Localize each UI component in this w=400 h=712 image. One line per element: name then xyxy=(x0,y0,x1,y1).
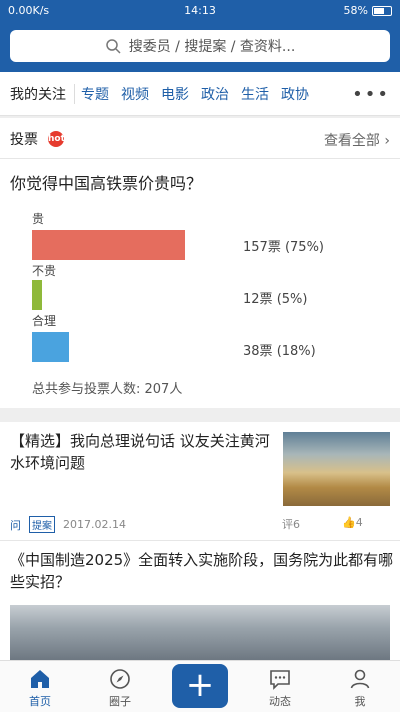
status-bar: 0.00K/s 14:13 58% xyxy=(0,0,400,22)
compass-icon xyxy=(110,669,130,689)
tab-home[interactable]: 首页 xyxy=(0,661,80,712)
search-icon xyxy=(105,39,121,54)
status-time: 14:13 xyxy=(184,4,216,17)
option-label: 合理 xyxy=(32,314,57,328)
battery-percent: 58% xyxy=(343,4,368,17)
option-stat: 157票 (75%) xyxy=(243,240,325,255)
news-thumbnail-image[interactable] xyxy=(283,432,390,506)
option-label: 不贵 xyxy=(32,264,57,278)
tab-home-label: 首页 xyxy=(29,695,51,708)
battery-icon xyxy=(372,5,392,16)
nav-channel-life[interactable]: 生活 xyxy=(235,84,275,104)
news-meta: 问 提案 2017.02.14 xyxy=(10,516,390,533)
option-stat: 12票 (5%) xyxy=(243,292,308,307)
status-right: 58% xyxy=(344,4,392,17)
tab-me-label: 我 xyxy=(354,695,366,708)
vote-total: 总共参与投票人数: 207人 xyxy=(32,382,183,397)
tab-circle-label: 圈子 xyxy=(109,695,131,708)
search-input[interactable]: 搜委员 / 搜提案 / 查资料... xyxy=(10,30,390,62)
more-channels-button[interactable]: ••• xyxy=(352,84,390,105)
vote-bar-option-2[interactable] xyxy=(32,280,42,310)
channel-nav: 我的关注 专题 视频 电影 政治 生活 政协 ••• xyxy=(0,72,400,116)
comment-count[interactable]: 评6 xyxy=(282,516,300,532)
divider xyxy=(0,158,400,159)
vote-bar-option-3[interactable] xyxy=(32,332,69,362)
hot-badge: hot xyxy=(48,131,65,147)
news-item[interactable]: 【精选】我向总理说句话 议友关注黄河水环境问题 问 提案 2017.02.14 … xyxy=(0,422,400,540)
nav-channel-politics[interactable]: 政治 xyxy=(195,84,235,104)
vote-card: 投票 hot 查看全部 › 你觉得中国高铁票价贵吗？ 贵 157票 (75%) … xyxy=(0,118,400,408)
vote-section-title: 投票 xyxy=(10,132,38,148)
vote-question: 你觉得中国高铁票价贵吗？ xyxy=(10,174,203,193)
nav-channel-video[interactable]: 视频 xyxy=(115,84,155,104)
tab-dynamics-label: 动态 xyxy=(269,695,291,708)
nav-channel-topic[interactable]: 专题 xyxy=(75,84,115,104)
tab-dynamics[interactable]: 动态 xyxy=(240,661,320,712)
tab-me[interactable]: 我 xyxy=(320,661,400,712)
option-stat: 38票 (18%) xyxy=(243,344,316,359)
option-label: 贵 xyxy=(32,212,45,226)
search-placeholder: 搜委员 / 搜提案 / 查资料... xyxy=(128,39,296,55)
vote-bar-option-1[interactable] xyxy=(32,230,185,260)
chat-icon xyxy=(270,670,290,690)
nav-channel-cppcc[interactable]: 政协 xyxy=(275,84,315,104)
news-item[interactable]: 《中国制造2025》全面转入实施阶段，国务院为此都有哪些实招？ xyxy=(0,540,400,661)
news-title[interactable]: 【精选】我向总理说句话 议友关注黄河水环境问题 xyxy=(10,430,275,474)
tab-circle[interactable]: 圈子 xyxy=(80,661,160,712)
view-all-link[interactable]: 查看全部 › xyxy=(324,130,390,150)
nav-my-follow[interactable]: 我的关注 xyxy=(0,83,75,104)
add-post-button[interactable]: + xyxy=(172,664,228,708)
news-tag-badge: 提案 xyxy=(29,516,55,533)
user-icon xyxy=(350,669,370,689)
news-tag: 问 xyxy=(10,518,21,532)
vote-header: 投票 hot 查看全部 › xyxy=(10,128,390,150)
news-date: 2017.02.14 xyxy=(63,518,126,531)
nav-channel-movie[interactable]: 电影 xyxy=(155,84,195,104)
news-title[interactable]: 《中国制造2025》全面转入实施阶段，国务院为此都有哪些实招？ xyxy=(10,549,395,593)
news-photo-image[interactable] xyxy=(10,605,390,661)
home-icon xyxy=(31,670,49,688)
like-count[interactable]: 👍4 xyxy=(342,516,363,529)
section-gap xyxy=(0,408,400,422)
